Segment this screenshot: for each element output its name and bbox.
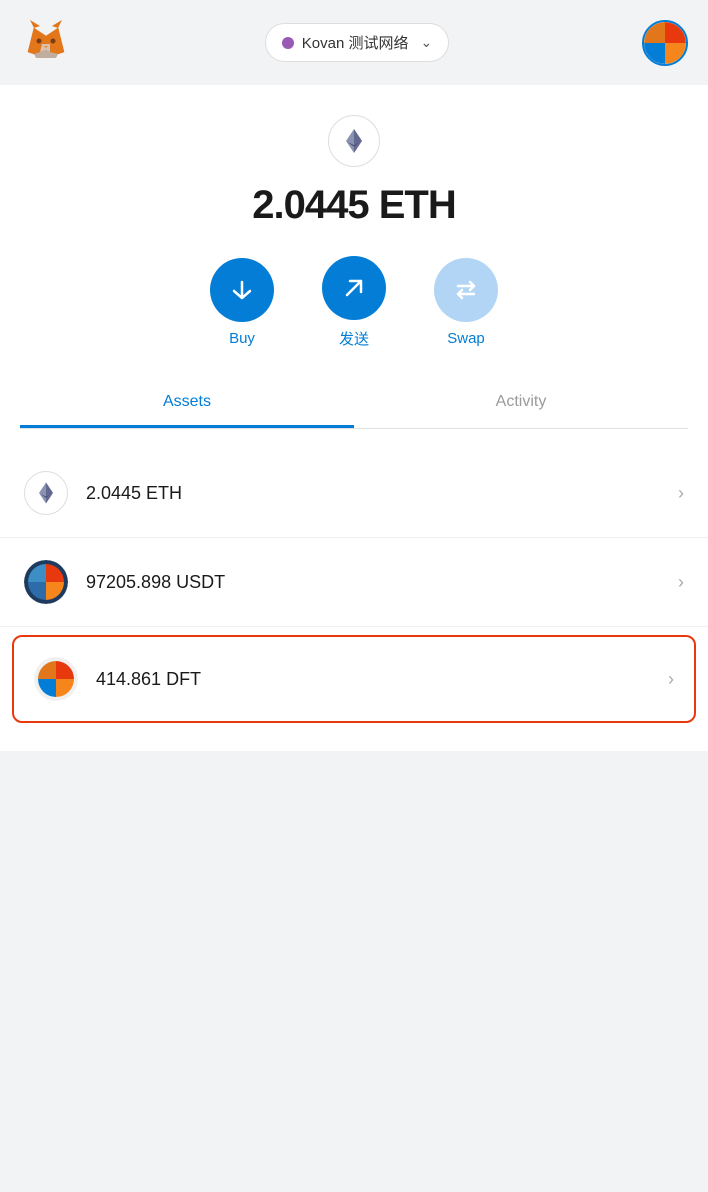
asset-item-usdt[interactable]: 97205.898 USDT › [0, 538, 708, 627]
asset-item-eth[interactable]: 2.0445 ETH › [0, 449, 708, 538]
usdt-icon [24, 560, 68, 604]
tabs-row: Assets Activity [20, 379, 688, 429]
balance-section: 2.0445 ETH Buy 发送 [0, 85, 708, 449]
dft-chevron-icon: › [668, 669, 674, 690]
usdt-chevron-icon: › [678, 572, 684, 593]
eth-logo-icon [328, 115, 380, 167]
eth-icon [24, 471, 68, 515]
network-selector[interactable]: Kovan 测试网络 ⌄ [265, 23, 449, 62]
main-content: 2.0445 ETH Buy 发送 [0, 85, 708, 751]
buy-action[interactable]: Buy [210, 258, 274, 347]
actions-row: Buy 发送 Swap [210, 256, 498, 349]
send-label: 发送 [339, 328, 369, 349]
metamask-logo [20, 14, 72, 71]
network-name: Kovan 测试网络 [302, 32, 409, 53]
buy-label: Buy [229, 330, 255, 347]
buy-button[interactable] [210, 258, 274, 322]
asset-list: 2.0445 ETH › 97205.898 USDT › [0, 449, 708, 723]
usdt-amount: 97205.898 USDT [86, 572, 678, 593]
tab-activity[interactable]: Activity [354, 379, 688, 428]
eth-chevron-icon: › [678, 483, 684, 504]
eth-amount: 2.0445 ETH [86, 483, 678, 504]
dft-icon [34, 657, 78, 701]
balance-amount: 2.0445 ETH [252, 183, 455, 228]
tab-assets[interactable]: Assets [20, 379, 354, 428]
dft-amount: 414.861 DFT [96, 669, 668, 690]
network-dot [282, 37, 294, 49]
asset-item-dft[interactable]: 414.861 DFT › [12, 635, 696, 723]
swap-action[interactable]: Swap [434, 258, 498, 347]
send-action[interactable]: 发送 [322, 256, 386, 349]
chevron-down-icon: ⌄ [420, 34, 432, 51]
header: Kovan 测试网络 ⌄ [0, 0, 708, 85]
send-button[interactable] [322, 256, 386, 320]
avatar[interactable] [642, 20, 688, 66]
swap-label: Swap [447, 330, 485, 347]
swap-button[interactable] [434, 258, 498, 322]
